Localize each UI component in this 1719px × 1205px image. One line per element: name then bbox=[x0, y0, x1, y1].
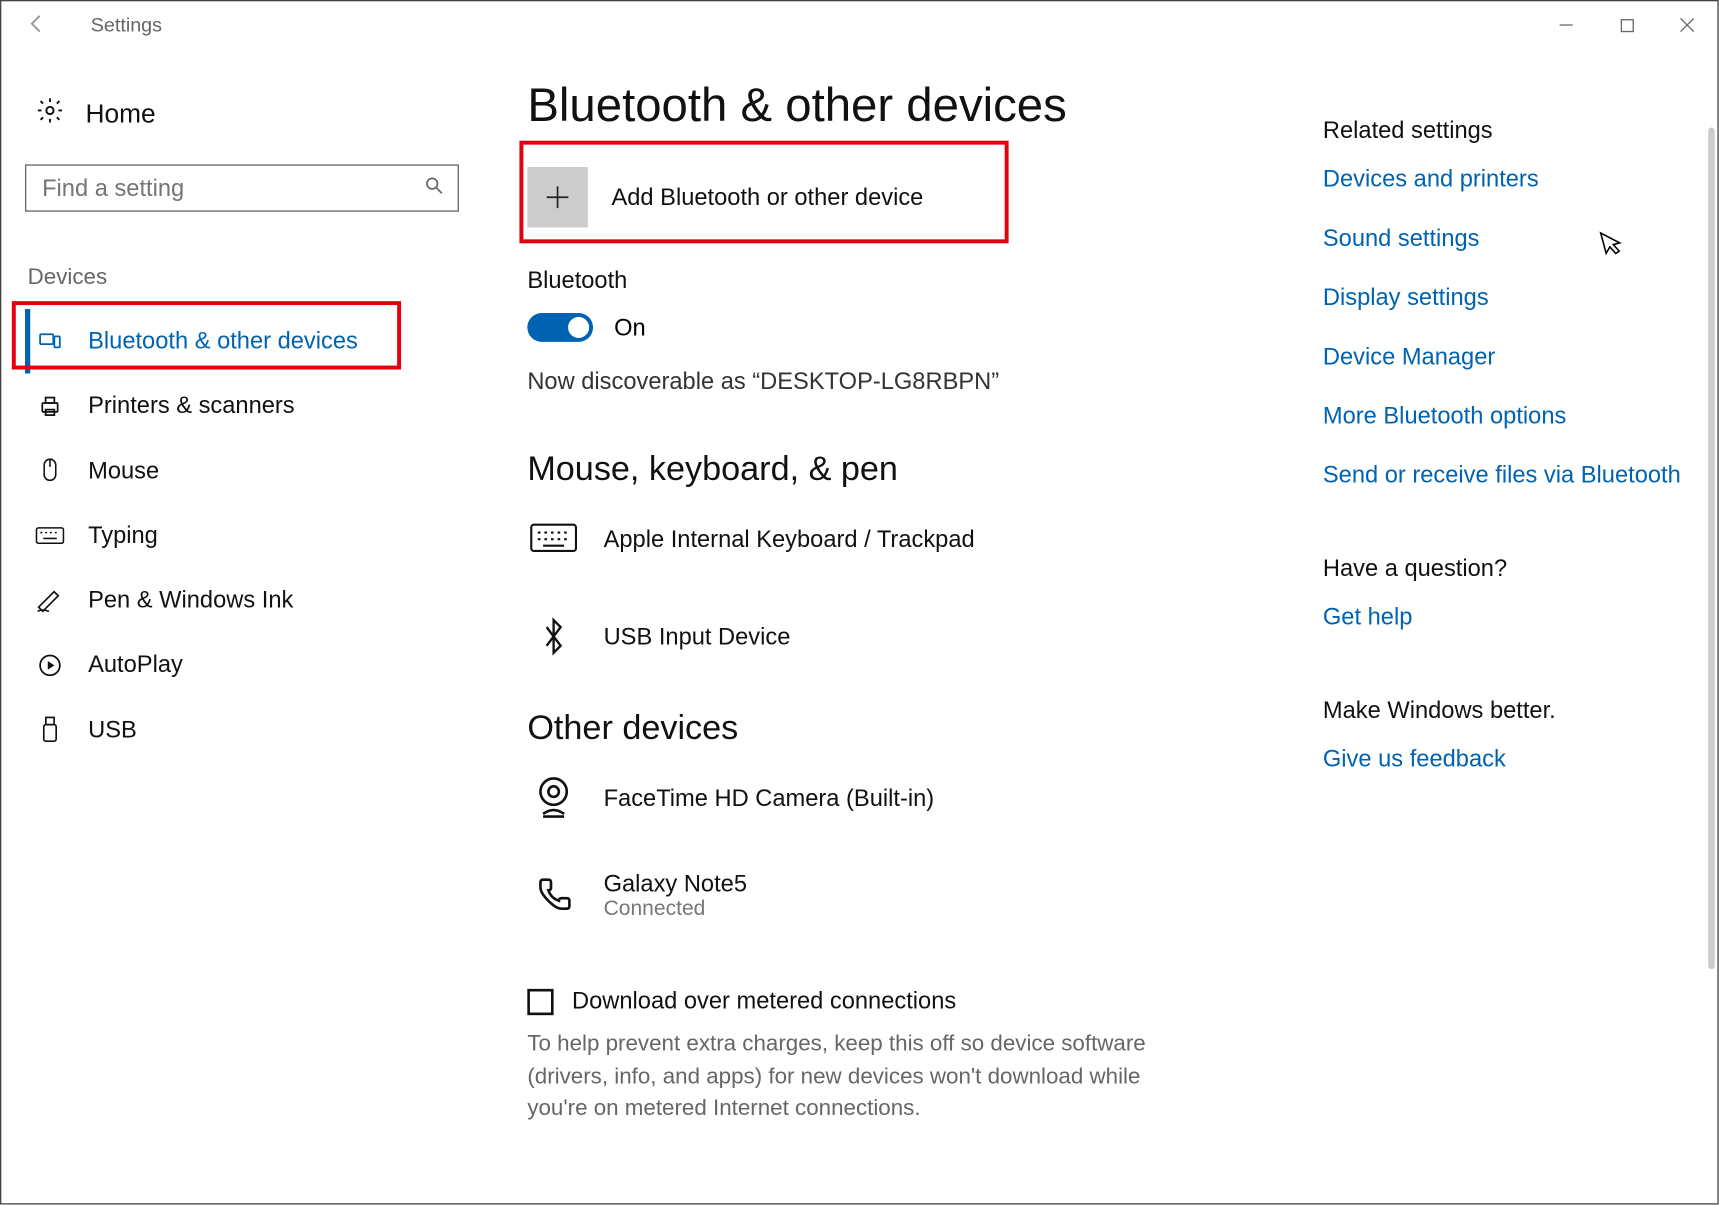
device-name: USB Input Device bbox=[604, 623, 791, 651]
rail-question-heading: Have a question? bbox=[1323, 555, 1691, 583]
device-name: Galaxy Note5 bbox=[604, 870, 747, 898]
search-field[interactable] bbox=[39, 173, 423, 203]
window-close[interactable] bbox=[1657, 4, 1717, 46]
add-device-button[interactable]: Add Bluetooth or other device bbox=[527, 167, 1014, 227]
link-get-help[interactable]: Get help bbox=[1323, 604, 1691, 632]
device-row[interactable]: FaceTime HD Camera (Built-in) bbox=[527, 772, 1270, 825]
gear-icon bbox=[36, 96, 65, 133]
toggle-state-label: On bbox=[614, 314, 646, 342]
sidebar-item-pen[interactable]: Pen & Windows Ink bbox=[25, 568, 475, 632]
autoplay-icon bbox=[36, 652, 65, 678]
printer-icon bbox=[36, 393, 65, 419]
page-title: Bluetooth & other devices bbox=[527, 78, 1270, 133]
metered-checkbox[interactable] bbox=[527, 988, 553, 1014]
back-icon[interactable] bbox=[25, 12, 51, 38]
sidebar-item-mouse[interactable]: Mouse bbox=[25, 438, 475, 504]
sidebar-item-label: Pen & Windows Ink bbox=[88, 586, 293, 614]
sidebar-item-label: Mouse bbox=[88, 457, 159, 485]
nav-home[interactable]: Home bbox=[25, 88, 475, 164]
bluetooth-toggle[interactable] bbox=[527, 313, 593, 342]
sidebar-item-usb[interactable]: USB bbox=[25, 697, 475, 763]
mouse-icon bbox=[36, 456, 65, 485]
sidebar-item-bluetooth[interactable]: Bluetooth & other devices bbox=[25, 309, 475, 373]
camera-icon bbox=[527, 772, 580, 825]
device-row[interactable]: Apple Internal Keyboard / Trackpad bbox=[527, 513, 1270, 566]
sidebar-item-label: AutoPlay bbox=[88, 651, 183, 679]
link-devices-printers[interactable]: Devices and printers bbox=[1323, 166, 1691, 194]
plus-icon bbox=[527, 167, 587, 227]
sidebar-item-typing[interactable]: Typing bbox=[25, 504, 475, 568]
right-rail: Related settings Devices and printers So… bbox=[1323, 49, 1718, 1204]
window-maximize[interactable] bbox=[1596, 4, 1656, 46]
sidebar-item-label: Bluetooth & other devices bbox=[88, 327, 358, 355]
phone-icon bbox=[527, 869, 580, 922]
link-send-receive-bt[interactable]: Send or receive files via Bluetooth bbox=[1323, 462, 1691, 490]
device-row[interactable]: Galaxy Note5 Connected bbox=[527, 869, 1270, 922]
usb-icon bbox=[36, 715, 65, 744]
bluetooth-label: Bluetooth bbox=[527, 267, 1270, 295]
search-icon bbox=[423, 174, 444, 202]
sidebar-item-label: Printers & scanners bbox=[88, 392, 295, 420]
device-row[interactable]: USB Input Device bbox=[527, 610, 1270, 663]
keyboard-icon bbox=[527, 513, 580, 566]
search-input[interactable] bbox=[25, 164, 459, 211]
section-other-devices: Other devices bbox=[527, 707, 1270, 748]
link-display-settings[interactable]: Display settings bbox=[1323, 284, 1691, 312]
scrollbar[interactable] bbox=[1708, 128, 1715, 970]
keyboard-icon bbox=[36, 525, 65, 546]
nav-home-label: Home bbox=[85, 99, 155, 129]
link-device-manager[interactable]: Device Manager bbox=[1323, 343, 1691, 371]
sidebar-item-printers[interactable]: Printers & scanners bbox=[25, 373, 475, 437]
main-content: Bluetooth & other devices Add Bluetooth … bbox=[475, 49, 1323, 1204]
sidebar: Home Devices Bluetooth & other devices bbox=[1, 49, 474, 1204]
pen-icon bbox=[36, 587, 65, 613]
link-give-feedback[interactable]: Give us feedback bbox=[1323, 746, 1691, 774]
sidebar-item-autoplay[interactable]: AutoPlay bbox=[25, 633, 475, 697]
window-minimize[interactable] bbox=[1536, 4, 1596, 46]
add-device-label: Add Bluetooth or other device bbox=[611, 183, 923, 211]
metered-help-text: To help prevent extra charges, keep this… bbox=[527, 1028, 1158, 1125]
sidebar-item-label: USB bbox=[88, 716, 137, 744]
link-more-bluetooth[interactable]: More Bluetooth options bbox=[1323, 402, 1691, 430]
bluetooth-icon bbox=[527, 610, 580, 663]
link-sound-settings[interactable]: Sound settings bbox=[1323, 225, 1691, 253]
device-name: FaceTime HD Camera (Built-in) bbox=[604, 784, 935, 812]
device-status: Connected bbox=[604, 897, 747, 921]
device-name: Apple Internal Keyboard / Trackpad bbox=[604, 525, 975, 553]
sidebar-item-label: Typing bbox=[88, 522, 158, 550]
window-title: Settings bbox=[91, 14, 162, 36]
metered-label: Download over metered connections bbox=[572, 988, 956, 1016]
rail-feedback-heading: Make Windows better. bbox=[1323, 697, 1691, 725]
nav-section-header: Devices bbox=[25, 264, 475, 309]
rail-related-heading: Related settings bbox=[1323, 117, 1691, 145]
section-mouse-keyboard: Mouse, keyboard, & pen bbox=[527, 448, 1270, 489]
discoverable-text: Now discoverable as “DESKTOP-LG8RBPN” bbox=[527, 368, 1270, 396]
devices-icon bbox=[36, 328, 65, 354]
